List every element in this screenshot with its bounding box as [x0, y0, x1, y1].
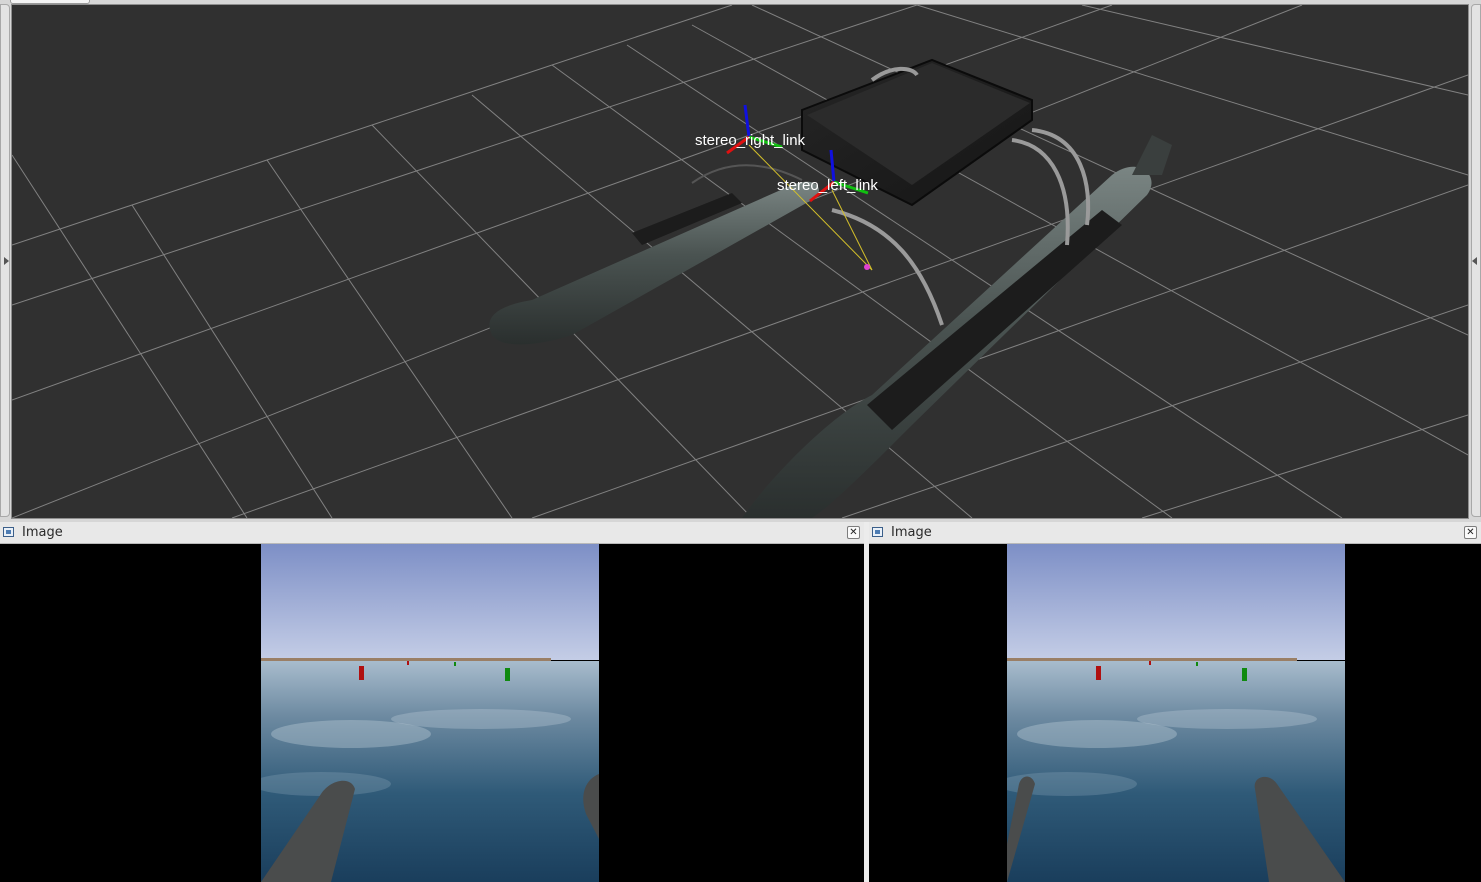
- image-panel-titlebar: Image ✕: [0, 522, 864, 544]
- image-panel-right: Image ✕: [869, 522, 1481, 882]
- wamv-boat-model: [489, 58, 1172, 518]
- scene-3d: stereo_right_link stereo_left_link: [12, 5, 1468, 518]
- close-icon[interactable]: ✕: [1464, 526, 1477, 539]
- window-icon: [3, 527, 14, 537]
- camera-image: [261, 544, 599, 882]
- camera-image: [1007, 544, 1345, 882]
- green-buoy: [1242, 668, 1247, 681]
- expand-left-arrow-icon: [1472, 257, 1477, 265]
- camera-image-area: [869, 544, 1481, 882]
- ground-grid: [12, 5, 1468, 518]
- left-dock-toggle[interactable]: [0, 4, 10, 517]
- image-panel-titlebar: Image ✕: [869, 522, 1481, 544]
- expand-right-arrow-icon: [4, 257, 9, 265]
- close-icon[interactable]: ✕: [847, 526, 860, 539]
- red-buoy: [1096, 666, 1101, 680]
- image-panel-left: Image ✕: [0, 522, 864, 882]
- image-panel-title: Image: [891, 525, 932, 540]
- frame-label-stereo-left: stereo_left_link: [777, 177, 878, 194]
- frame-label-stereo-right: stereo_right_link: [695, 132, 806, 149]
- red-buoy: [359, 666, 364, 680]
- window-icon: [872, 527, 883, 537]
- render-3d-viewport[interactable]: stereo_right_link stereo_left_link: [11, 4, 1469, 519]
- camera-image-area: [0, 544, 864, 882]
- green-buoy: [505, 668, 510, 681]
- image-panel-title: Image: [22, 525, 63, 540]
- right-dock-toggle[interactable]: [1471, 4, 1481, 517]
